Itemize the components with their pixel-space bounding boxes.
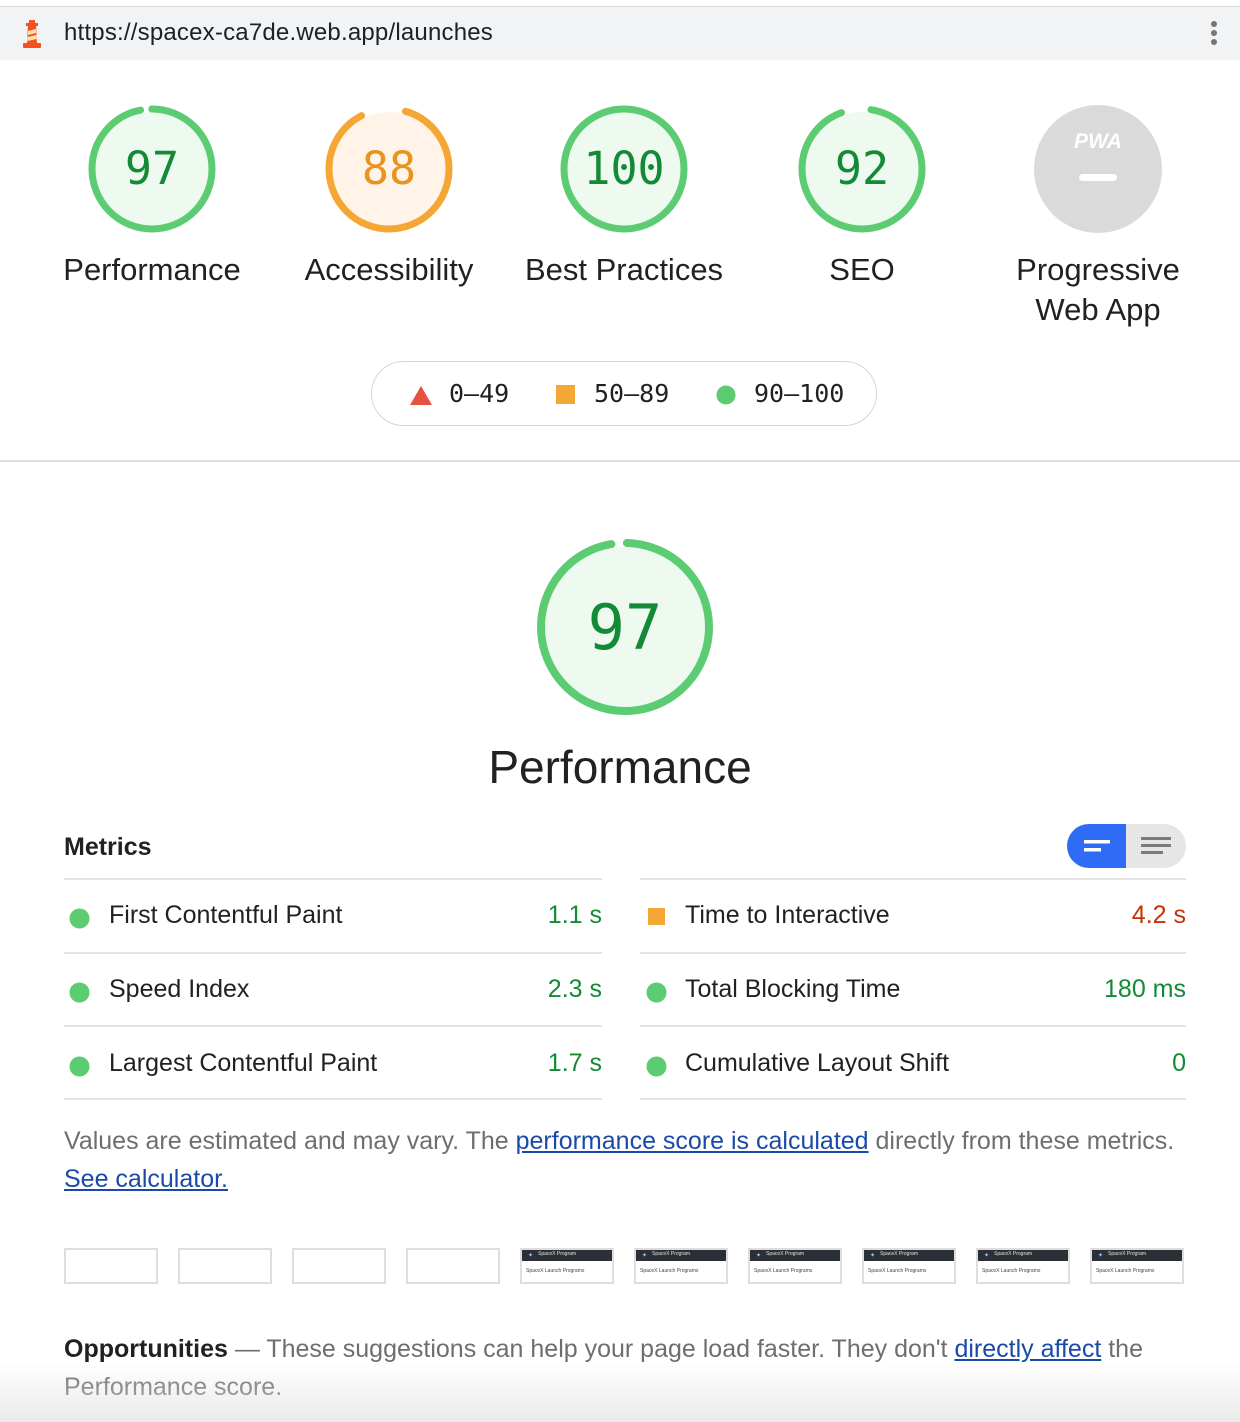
category-pwa[interactable]: PWA Progressive Web App bbox=[978, 102, 1218, 330]
score-calculated-link[interactable]: performance score is calculated bbox=[516, 1127, 869, 1155]
pwa-badge-icon: PWA bbox=[1034, 105, 1162, 233]
metrics-note: Values are estimated and may vary. The p… bbox=[64, 1127, 1175, 1193]
filmstrip-frame-blank bbox=[406, 1248, 500, 1284]
score-performance: 97 bbox=[125, 142, 179, 195]
filmstrip-frame: ✦ SpaceX Program SpaceX Launch Programs bbox=[862, 1248, 956, 1284]
view-summary-icon[interactable] bbox=[1067, 824, 1126, 868]
filmstrip-frame: ✦ SpaceX Program SpaceX Launch Programs bbox=[976, 1248, 1070, 1284]
category-performance[interactable]: 97 Performance bbox=[32, 102, 272, 290]
triangle-fail-icon bbox=[410, 386, 432, 405]
label-accessibility: Accessibility bbox=[304, 252, 474, 287]
legend-range-average: 50–89 bbox=[594, 379, 670, 408]
square-average-icon bbox=[556, 385, 575, 404]
view-list-icon[interactable] bbox=[1126, 824, 1186, 868]
metric-name: Cumulative Layout Shift bbox=[685, 1049, 950, 1077]
filmstrip-frame: ✦ SpaceX Program SpaceX Launch Programs bbox=[1090, 1248, 1184, 1284]
section-divider bbox=[0, 460, 1240, 462]
label-best-practices: Best Practices bbox=[524, 252, 724, 287]
label-pwa-line2: Web App bbox=[1035, 292, 1161, 327]
metrics-divider bbox=[640, 1098, 1186, 1100]
metric-time-to-interactive: Time to Interactive 4.2 s bbox=[640, 880, 1186, 953]
square-average-icon bbox=[648, 908, 665, 925]
label-pwa-line1: Progressive bbox=[1016, 252, 1180, 287]
filmstrip-frame-blank bbox=[292, 1248, 386, 1284]
metric-value: 180 ms bbox=[1104, 975, 1186, 1003]
filmstrip-frame: ✦ SpaceX Program SpaceX Launch Programs bbox=[748, 1248, 842, 1284]
url-bar: https://spacex-ca7de.web.app/launches bbox=[0, 7, 1240, 60]
metric-value: 4.2 s bbox=[1131, 901, 1186, 929]
score-seo: 92 bbox=[835, 142, 889, 195]
metric-value: 1.1 s bbox=[547, 901, 602, 929]
more-vert-icon[interactable] bbox=[1210, 21, 1218, 49]
performance-gauge-large: 97 bbox=[537, 539, 713, 715]
performance-title: Performance bbox=[488, 741, 752, 793]
legend-range-fail: 0–49 bbox=[449, 379, 510, 408]
metrics-divider bbox=[640, 1025, 1186, 1027]
metric-value: 2.3 s bbox=[547, 975, 602, 1003]
metric-first-contentful-paint: First Contentful Paint 1.1 s bbox=[64, 880, 602, 953]
opportunities-section: Opportunities — These suggestions can he… bbox=[64, 1335, 1143, 1401]
category-accessibility[interactable]: 88 Accessibility bbox=[269, 102, 509, 290]
filmstrip-frame: ✦ SpaceX Program SpaceX Launch Programs bbox=[634, 1248, 728, 1284]
category-best-practices[interactable]: 100 Best Practices bbox=[504, 102, 744, 290]
filmstrip-frame-blank bbox=[64, 1248, 158, 1284]
metric-name: Time to Interactive bbox=[685, 901, 890, 929]
score-accessibility: 88 bbox=[362, 142, 416, 195]
circle-pass-icon bbox=[69, 1056, 90, 1077]
metric-name: First Contentful Paint bbox=[109, 901, 343, 929]
circle-pass-icon bbox=[69, 982, 90, 1003]
metric-total-blocking-time: Total Blocking Time 180 ms bbox=[640, 954, 1186, 1027]
performance-score-large: 97 bbox=[588, 591, 663, 664]
metrics-heading: Metrics bbox=[64, 833, 152, 861]
metrics-divider bbox=[64, 1098, 602, 1100]
label-seo: SEO bbox=[829, 252, 895, 287]
metric-value: 1.7 s bbox=[547, 1049, 602, 1077]
circle-pass-icon bbox=[646, 982, 667, 1003]
metric-cumulative-layout-shift: Cumulative Layout Shift 0 bbox=[640, 1028, 1186, 1101]
metrics-view-toggle bbox=[1067, 824, 1186, 868]
circle-pass-icon bbox=[716, 385, 736, 405]
metric-name: Speed Index bbox=[109, 975, 250, 1003]
metric-largest-contentful-paint: Largest Contentful Paint 1.7 s bbox=[64, 1028, 602, 1101]
directly-affect-link[interactable]: directly affect bbox=[954, 1335, 1101, 1363]
opportunities-heading: Opportunities bbox=[64, 1335, 228, 1363]
gauge-performance: 97 bbox=[88, 105, 216, 233]
gauge-accessibility: 88 bbox=[325, 105, 453, 233]
metric-name: Largest Contentful Paint bbox=[109, 1049, 378, 1077]
score-best-practices: 100 bbox=[583, 142, 664, 195]
gauge-seo: 92 bbox=[798, 105, 926, 233]
category-seo[interactable]: 92 SEO bbox=[742, 102, 982, 290]
see-calculator-link[interactable]: See calculator. bbox=[64, 1165, 228, 1193]
metric-name: Total Blocking Time bbox=[685, 975, 901, 1003]
legend-range-pass: 90–100 bbox=[754, 379, 845, 408]
gauge-best-practices: 100 bbox=[560, 105, 688, 233]
circle-pass-icon bbox=[69, 908, 90, 929]
filmstrip-frame-blank bbox=[178, 1248, 272, 1284]
pwa-badge-text: PWA bbox=[1074, 130, 1122, 153]
lighthouse-icon bbox=[23, 20, 41, 48]
label-performance: Performance bbox=[63, 252, 241, 287]
score-legend: 0–49 50–89 90–100 bbox=[371, 361, 877, 426]
metric-value: 0 bbox=[1172, 1049, 1186, 1077]
metrics-divider bbox=[64, 1025, 602, 1027]
url-text[interactable]: https://spacex-ca7de.web.app/launches bbox=[64, 19, 493, 47]
circle-pass-icon bbox=[646, 1056, 667, 1077]
filmstrip-frame: ✦ SpaceX Program SpaceX Launch Programs bbox=[520, 1248, 614, 1284]
metric-speed-index: Speed Index 2.3 s bbox=[64, 954, 602, 1027]
